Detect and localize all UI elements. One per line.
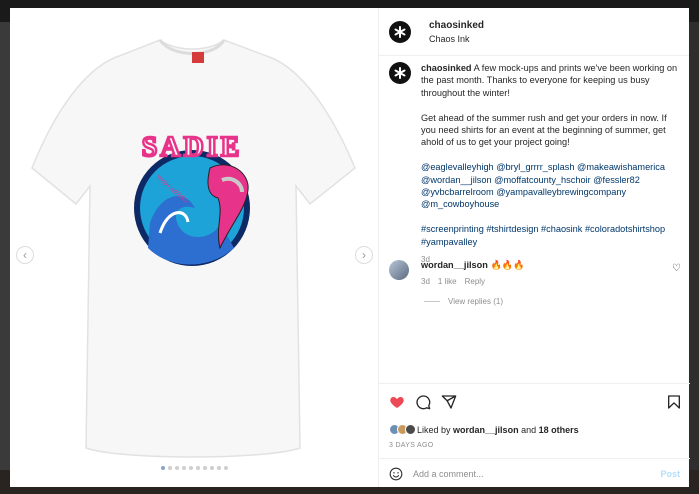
post-button[interactable]: Post xyxy=(660,469,680,479)
post-date[interactable]: 3 DAYS AGO xyxy=(389,442,434,449)
comment-like-icon[interactable]: ♡ xyxy=(672,263,681,274)
likes-prefix: Liked by xyxy=(417,424,451,435)
caption-username[interactable]: chaosinked xyxy=(421,63,472,73)
carousel-dot xyxy=(195,466,200,470)
chaos-ink-logo-icon xyxy=(394,67,406,79)
view-replies-button[interactable]: View replies (1) xyxy=(424,297,503,306)
comment-avatar[interactable] xyxy=(389,260,409,280)
chevron-right-icon[interactable]: › xyxy=(355,246,373,264)
header-username[interactable]: chaosinked xyxy=(429,20,484,31)
post-media[interactable]: SADIE WISH WEEKS ‹ › xyxy=(10,8,378,487)
post-panel: chaosinked Chaos Ink chaosinked A few mo… xyxy=(378,8,690,487)
carousel-dot xyxy=(181,466,186,470)
bookmark-icon[interactable] xyxy=(666,394,682,410)
chaos-ink-logo-icon xyxy=(394,25,406,38)
action-icons xyxy=(389,394,682,412)
carousel-dot xyxy=(160,466,165,470)
comment-likes[interactable]: 1 like xyxy=(438,277,457,286)
smile-icon[interactable] xyxy=(389,467,403,481)
comment-item: wordan__jilson 🔥🔥🔥 3d 1 like Reply ♡ xyxy=(389,260,681,286)
shirt-logo xyxy=(134,150,250,266)
comment-reply-button[interactable]: Reply xyxy=(465,277,485,286)
carousel-dot xyxy=(209,466,214,470)
caption-paragraph-2: Get ahead of the summer rush and get you… xyxy=(421,112,667,148)
caption-hashtags[interactable]: #screenprinting #tshirtdesign #chaosink … xyxy=(421,223,681,248)
liker-avatar[interactable] xyxy=(405,424,416,435)
comment-icon[interactable] xyxy=(415,394,431,410)
likes-conj: and xyxy=(521,424,537,435)
post-header: chaosinked Chaos Ink xyxy=(379,8,689,56)
replies-divider xyxy=(424,301,440,302)
backdrop-right xyxy=(689,22,699,470)
carousel-dot xyxy=(216,466,221,470)
shirt-title: SADIE xyxy=(142,132,243,163)
likes-others[interactable]: 18 others xyxy=(539,425,579,435)
comment-input[interactable] xyxy=(413,468,643,479)
view-replies-label: View replies (1) xyxy=(448,297,503,306)
caption-mentions[interactable]: @eaglevalleyhigh @bryl_grrrr_splash @mak… xyxy=(421,161,681,211)
carousel-dots xyxy=(10,466,378,470)
carousel-dot xyxy=(202,466,207,470)
heart-icon[interactable] xyxy=(389,394,405,410)
comment-username[interactable]: wordan__jilson xyxy=(421,260,488,270)
action-section: Liked by wordan__jilson and 18 others 3 … xyxy=(379,383,690,487)
comment-timestamp: 3d xyxy=(421,277,430,286)
caption-block: chaosinked A few mock-ups and prints we'… xyxy=(389,62,681,267)
header-subtitle[interactable]: Chaos Ink xyxy=(429,34,484,44)
comment-text: 🔥🔥🔥 xyxy=(490,260,525,270)
share-icon[interactable] xyxy=(441,394,457,410)
caption-avatar[interactable] xyxy=(389,62,411,84)
backdrop-left xyxy=(0,22,10,470)
add-comment-bar: Post xyxy=(379,458,690,488)
carousel-dot xyxy=(188,466,193,470)
caption-text: chaosinked A few mock-ups and prints we'… xyxy=(421,62,681,267)
carousel-dot xyxy=(223,466,228,470)
chevron-left-icon[interactable]: ‹ xyxy=(16,246,34,264)
carousel-dot xyxy=(174,466,179,470)
carousel-dot xyxy=(167,466,172,470)
tshirt-image: SADIE WISH WEEKS xyxy=(31,39,356,458)
liker-avatars xyxy=(389,424,416,435)
likes-summary: Liked by wordan__jilson and 18 others xyxy=(389,424,579,435)
avatar[interactable] xyxy=(389,20,411,43)
likes-user[interactable]: wordan__jilson xyxy=(453,425,519,435)
